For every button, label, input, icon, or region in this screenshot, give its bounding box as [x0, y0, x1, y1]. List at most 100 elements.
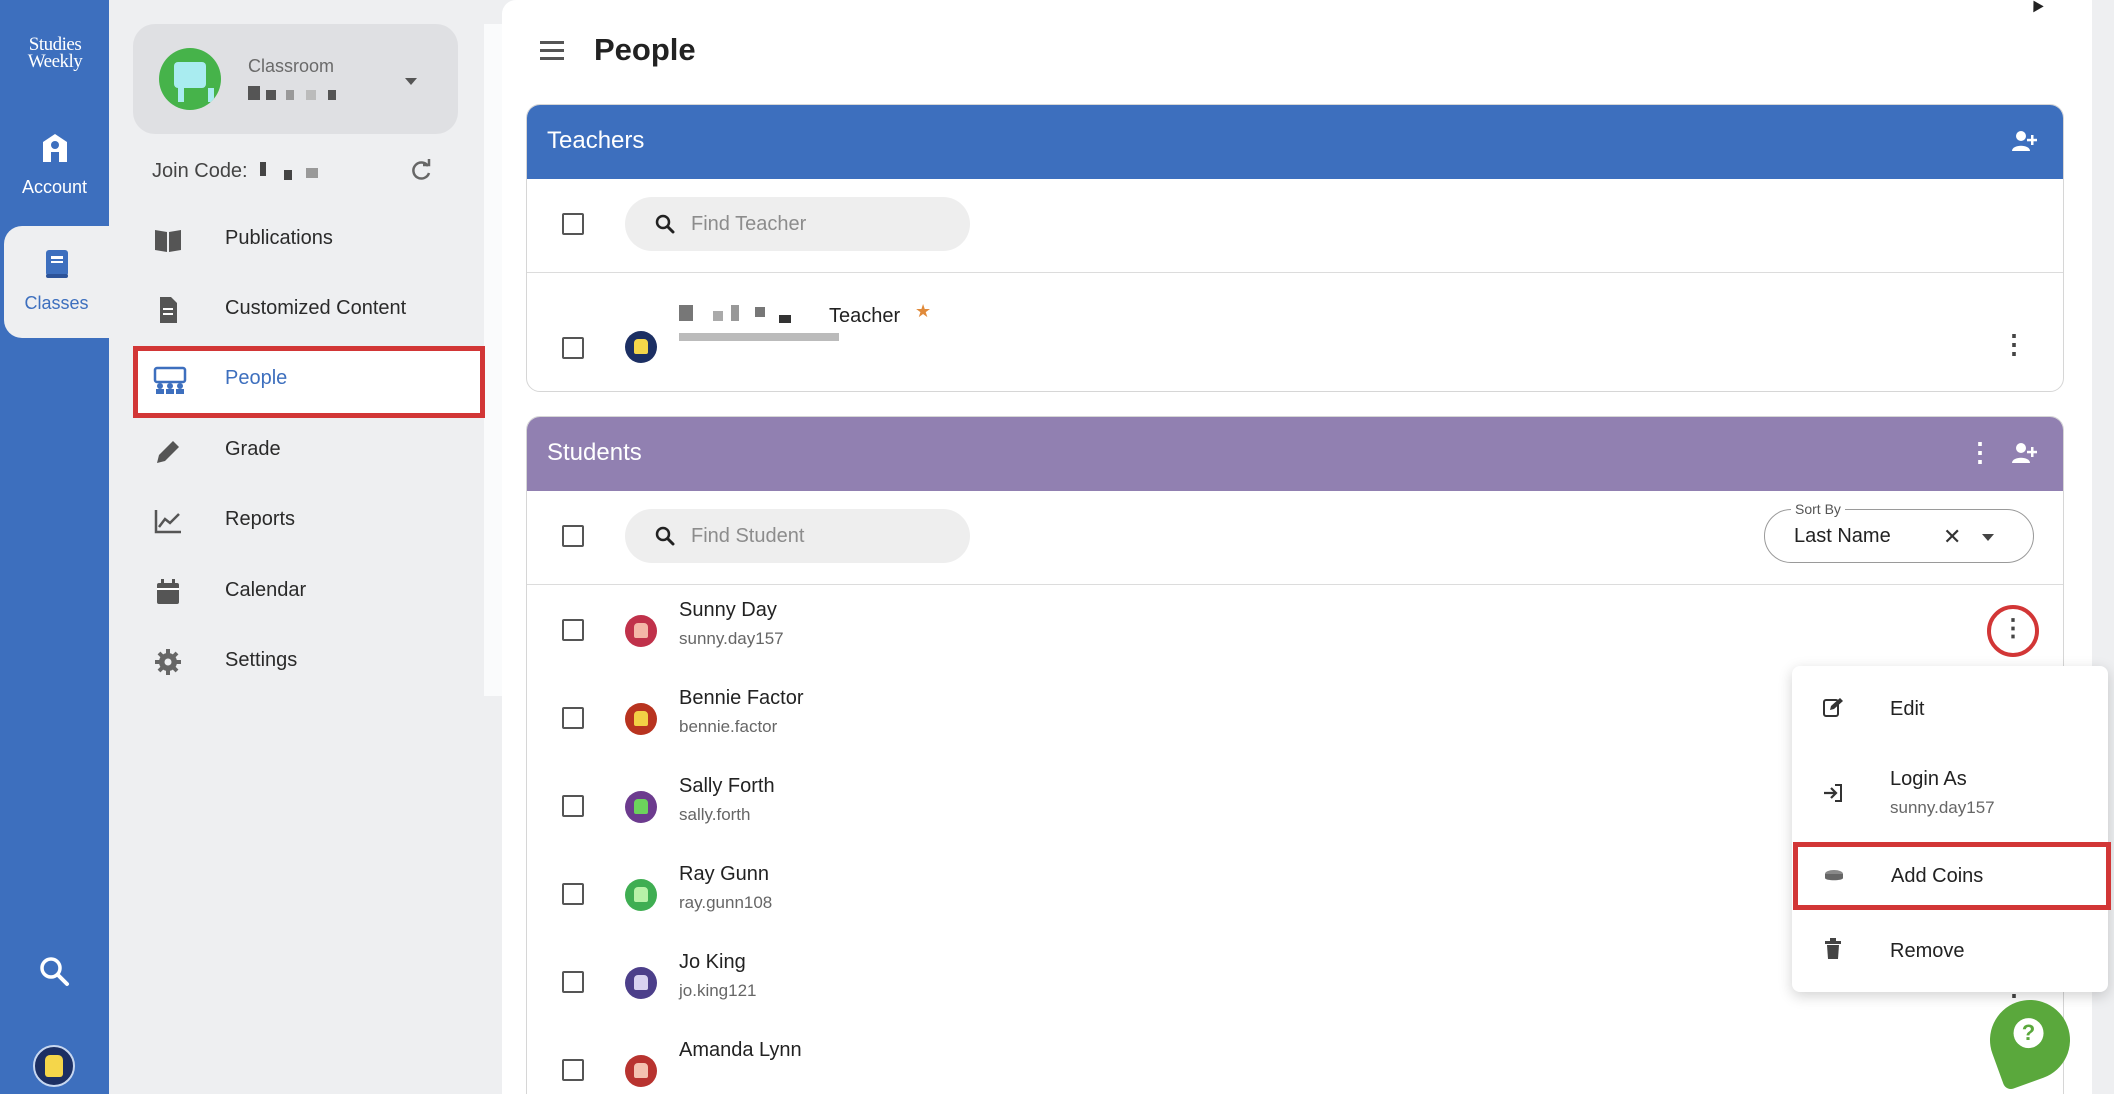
- class-avatar-icon: [159, 48, 221, 110]
- students-title: Students: [547, 439, 642, 466]
- trash-icon: [1822, 938, 1844, 965]
- student-checkbox[interactable]: [562, 1059, 584, 1081]
- teacher-checkbox[interactable]: [562, 337, 584, 359]
- sidebar-item-people[interactable]: People: [133, 346, 485, 418]
- rail-item-label: Classes: [24, 293, 89, 313]
- rail-item-account[interactable]: Account: [0, 132, 109, 198]
- menu-item-label: Remove: [1890, 940, 1965, 962]
- people-icon: [153, 366, 187, 394]
- studies-weekly-logo[interactable]: Studies Weekly: [14, 35, 96, 72]
- teacher-more-icon[interactable]: ⋮: [2001, 331, 2027, 361]
- find-teacher-input[interactable]: Find Teacher: [625, 197, 970, 251]
- book-icon: [4, 248, 109, 285]
- sidebar-item-publications[interactable]: Publications: [133, 208, 483, 272]
- add-teacher-icon[interactable]: [2011, 129, 2037, 160]
- add-student-icon[interactable]: [2011, 441, 2037, 472]
- sidebar-item-label: Publications: [225, 227, 333, 249]
- student-name: Bennie Factor: [679, 687, 804, 709]
- sidebar-item-label: People: [225, 367, 288, 389]
- login-icon: [1822, 782, 1844, 809]
- students-more-icon[interactable]: ⋮: [1967, 437, 1993, 468]
- pen-icon: [153, 437, 183, 465]
- menu-item-edit[interactable]: Edit: [1792, 666, 2108, 746]
- find-student-input[interactable]: Find Student: [625, 509, 970, 563]
- rail-item-label: Account: [21, 177, 88, 197]
- student-avatar: [625, 791, 657, 823]
- student-username: ray.gunn108: [679, 893, 773, 912]
- student-name: Jo King: [679, 951, 746, 973]
- sidebar-divider: [484, 24, 502, 696]
- calendar-icon: [153, 578, 183, 606]
- student-username: jo.king121: [679, 981, 757, 1000]
- logo-line-2: Weekly: [27, 51, 83, 72]
- menu-icon[interactable]: [540, 40, 564, 67]
- student-checkbox[interactable]: [562, 619, 584, 641]
- sidebar-item-settings[interactable]: Settings: [133, 630, 483, 694]
- student-row[interactable]: Amanda Lynn ⋮: [527, 1025, 2063, 1094]
- edit-icon: [1822, 696, 1844, 723]
- find-teacher-placeholder: Find Teacher: [691, 213, 807, 235]
- sidebar-item-customized-content[interactable]: Customized Content: [133, 278, 483, 342]
- sort-by-select[interactable]: Sort By Last Name ✕: [1764, 501, 2034, 563]
- teacher-avatar: [625, 331, 657, 363]
- document-icon: [153, 296, 183, 324]
- students-header: Students ⋮: [527, 417, 2063, 491]
- student-avatar: [625, 1055, 657, 1087]
- student-avatar: [625, 879, 657, 911]
- search-icon: [655, 526, 675, 551]
- student-checkbox[interactable]: [562, 795, 584, 817]
- menu-item-label: Edit: [1890, 698, 1925, 720]
- teacher-role: Teacher: [829, 305, 901, 327]
- more-vertical-icon: ⋮: [2001, 615, 2025, 642]
- rail-item-classes[interactable]: Classes: [4, 226, 109, 338]
- student-name: Sunny Day: [679, 599, 777, 621]
- select-all-teachers-checkbox[interactable]: [562, 213, 584, 235]
- student-avatar: [625, 967, 657, 999]
- sidebar-item-grade[interactable]: Grade: [133, 419, 483, 483]
- sort-by-value: Last Name: [1794, 525, 1891, 547]
- find-student-placeholder: Find Student: [691, 525, 805, 547]
- join-code-value: [258, 162, 328, 180]
- student-more-button-active[interactable]: ⋮: [1987, 605, 2039, 657]
- owner-star-icon: ★: [915, 301, 932, 321]
- student-checkbox[interactable]: [562, 971, 584, 993]
- student-username: bennie.factor: [679, 717, 778, 736]
- user-avatar-icon[interactable]: [33, 1045, 75, 1087]
- chart-icon: [153, 507, 183, 535]
- sidebar-item-label: Calendar: [225, 579, 307, 601]
- sidebar-item-label: Grade: [225, 438, 281, 460]
- student-username: sunny.day157: [679, 629, 784, 648]
- gear-icon: [153, 648, 183, 676]
- student-avatar: [625, 615, 657, 647]
- teachers-header: Teachers: [527, 105, 2063, 179]
- menu-item-label: Login As: [1890, 768, 1967, 790]
- menu-item-remove[interactable]: Remove: [1792, 910, 2108, 990]
- student-checkbox[interactable]: [562, 707, 584, 729]
- student-checkbox[interactable]: [562, 883, 584, 905]
- coins-icon: [1823, 867, 1845, 890]
- teachers-panel: Teachers Find Teacher Teacher ★ ⋮: [526, 104, 2064, 392]
- menu-item-add-coins[interactable]: Add Coins: [1793, 842, 2111, 910]
- student-name: Amanda Lynn: [679, 1039, 802, 1061]
- class-label: Classroom: [248, 56, 335, 76]
- student-row[interactable]: Sunny Day sunny.day157 ⋮: [527, 585, 2063, 673]
- sidebar-item-reports[interactable]: Reports: [133, 489, 483, 553]
- book-open-icon: [153, 226, 183, 254]
- sort-by-label: Sort By: [1791, 501, 1845, 517]
- student-name: Ray Gunn: [679, 863, 770, 885]
- student-name: Sally Forth: [679, 775, 775, 797]
- sidebar-item-calendar[interactable]: Calendar: [133, 560, 483, 624]
- student-actions-menu: Edit Login As sunny.day157 Add Coins Rem…: [1792, 666, 2111, 992]
- clear-sort-icon[interactable]: ✕: [1943, 524, 1961, 550]
- search-icon[interactable]: [38, 955, 70, 992]
- teachers-title: Teachers: [547, 127, 645, 154]
- sidebar-item-label: Reports: [225, 508, 296, 530]
- menu-item-login-as[interactable]: Login As sunny.day157: [1792, 746, 2108, 842]
- chevron-down-icon[interactable]: [1982, 534, 1994, 541]
- select-all-students-checkbox[interactable]: [562, 525, 584, 547]
- search-icon: [655, 214, 675, 239]
- class-selector[interactable]: Classroom: [133, 24, 458, 134]
- page-title: People: [594, 32, 696, 67]
- refresh-join-code-icon[interactable]: [408, 158, 434, 189]
- menu-item-sublabel: sunny.day157: [1890, 798, 1995, 817]
